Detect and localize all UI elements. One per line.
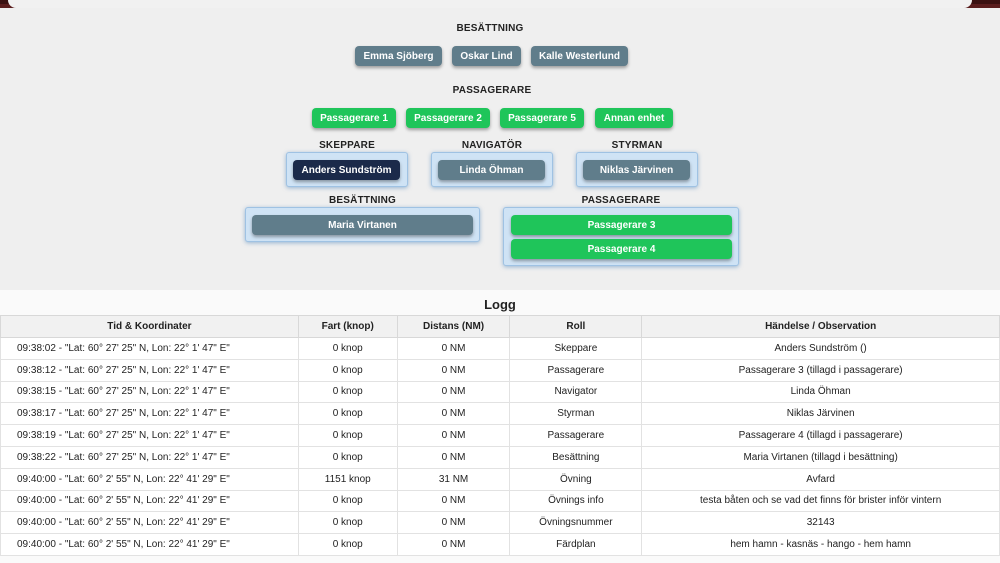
cell-role: Övningsnummer <box>509 511 643 535</box>
cell-distance: 0 NM <box>396 489 511 513</box>
styrman-chip[interactable]: Niklas Järvinen <box>583 160 690 180</box>
cell-time: 09:38:15 - "Lat: 60° 27' 25" N, Lon: 22°… <box>0 380 299 404</box>
passenger-chip-5[interactable]: Passagerare 5 <box>500 108 584 128</box>
cell-speed: 0 knop <box>297 402 398 426</box>
cell-speed: 0 knop <box>297 424 398 447</box>
cell-speed: 0 knop <box>297 380 398 404</box>
navigator-label: NAVIGATÖR <box>461 140 523 151</box>
cell-time: 09:38:19 - "Lat: 60° 27' 25" N, Lon: 22°… <box>0 424 299 447</box>
cell-event: testa båten och se vad det finns för bri… <box>641 489 1000 513</box>
cell-role: Passagerare <box>509 424 643 447</box>
cell-distance: 0 NM <box>396 337 511 360</box>
cell-role: Skeppare <box>509 337 643 360</box>
crew-chip-oskar[interactable]: Oskar Lind <box>452 46 521 66</box>
window-top-bar <box>0 0 1000 8</box>
crew-chip-kalle[interactable]: Kalle Westerlund <box>531 46 628 66</box>
passagerare-chip-4[interactable]: Passagerare 4 <box>511 239 732 259</box>
cell-event: Maria Virtanen (tillagd i besättning) <box>641 445 1000 469</box>
other-unit-chip[interactable]: Annan enhet <box>595 108 673 128</box>
log-header-row: Tid & Koordinater Fart (knop) Distans (N… <box>0 315 1000 338</box>
cell-role: Styrman <box>509 402 643 426</box>
cell-speed: 0 knop <box>297 337 398 360</box>
table-row: 09:40:00 - "Lat: 60° 2' 55" N, Lon: 22° … <box>0 467 1000 491</box>
cell-distance: 0 NM <box>396 380 511 404</box>
table-row: 09:40:00 - "Lat: 60° 2' 55" N, Lon: 22° … <box>0 533 1000 556</box>
skeppare-label: SKEPPARE <box>319 140 375 151</box>
passenger-pool-label: PASSAGERARE <box>452 85 532 96</box>
cell-role: Navigator <box>509 380 643 404</box>
cell-role: Passagerare <box>509 358 643 382</box>
besattning-label: BESÄTTNING <box>329 195 396 206</box>
cell-distance: 0 NM <box>396 402 511 426</box>
cell-distance: 0 NM <box>396 445 511 469</box>
cell-time: 09:38:22 - "Lat: 60° 27' 25" N, Lon: 22°… <box>0 445 299 469</box>
log-table: Tid & Koordinater Fart (knop) Distans (N… <box>0 315 1000 556</box>
col-header-speed[interactable]: Fart (knop) <box>297 315 398 338</box>
table-row: 09:38:02 - "Lat: 60° 27' 25" N, Lon: 22°… <box>0 337 1000 360</box>
col-header-time[interactable]: Tid & Koordinater <box>0 315 299 338</box>
table-row: 09:40:00 - "Lat: 60° 2' 55" N, Lon: 22° … <box>0 489 1000 513</box>
cell-event: Passagerare 4 (tillagd i passagerare) <box>641 424 1000 447</box>
table-row: 09:38:17 - "Lat: 60° 27' 25" N, Lon: 22°… <box>0 402 1000 426</box>
besattning-chip[interactable]: Maria Virtanen <box>252 215 473 235</box>
cell-role: Färdplan <box>509 533 643 556</box>
cell-time: 09:38:12 - "Lat: 60° 27' 25" N, Lon: 22°… <box>0 358 299 382</box>
cell-distance: 0 NM <box>396 511 511 535</box>
cell-role: Besättning <box>509 445 643 469</box>
cell-speed: 0 knop <box>297 511 398 535</box>
passagerare-label: PASSAGERARE <box>581 195 661 206</box>
navigator-chip[interactable]: Linda Öhman <box>438 160 545 180</box>
passagerare-chip-3[interactable]: Passagerare 3 <box>511 215 732 235</box>
col-header-role[interactable]: Roll <box>509 315 643 338</box>
col-header-distance[interactable]: Distans (NM) <box>396 315 511 338</box>
crew-chip-emma[interactable]: Emma Sjöberg <box>355 46 442 66</box>
table-row: 09:40:00 - "Lat: 60° 2' 55" N, Lon: 22° … <box>0 511 1000 535</box>
cell-speed: 1151 knop <box>297 467 398 491</box>
cell-distance: 0 NM <box>396 358 511 382</box>
styrman-label: STYRMAN <box>611 140 663 151</box>
cell-time: 09:40:00 - "Lat: 60° 2' 55" N, Lon: 22° … <box>0 511 299 535</box>
cell-time: 09:40:00 - "Lat: 60° 2' 55" N, Lon: 22° … <box>0 467 299 491</box>
cell-event: 32143 <box>641 511 1000 535</box>
passenger-chip-1[interactable]: Passagerare 1 <box>312 108 396 128</box>
crew-pool-label: BESÄTTNING <box>456 23 524 34</box>
cell-role: Övning <box>509 467 643 491</box>
skeppare-chip[interactable]: Anders Sundström <box>293 160 400 180</box>
log-title: Logg <box>484 297 516 312</box>
cell-time: 09:40:00 - "Lat: 60° 2' 55" N, Lon: 22° … <box>0 489 299 513</box>
cell-event: hem hamn - kasnäs - hango - hem hamn <box>641 533 1000 556</box>
table-row: 09:38:15 - "Lat: 60° 27' 25" N, Lon: 22°… <box>0 380 1000 404</box>
cell-time: 09:38:02 - "Lat: 60° 27' 25" N, Lon: 22°… <box>0 337 299 360</box>
cell-event: Linda Öhman <box>641 380 1000 404</box>
cell-time: 09:40:00 - "Lat: 60° 2' 55" N, Lon: 22° … <box>0 533 299 556</box>
table-row: 09:38:19 - "Lat: 60° 27' 25" N, Lon: 22°… <box>0 424 1000 447</box>
table-row: 09:38:22 - "Lat: 60° 27' 25" N, Lon: 22°… <box>0 445 1000 469</box>
cell-distance: 0 NM <box>396 533 511 556</box>
cell-speed: 0 knop <box>297 489 398 513</box>
passenger-chip-2[interactable]: Passagerare 2 <box>406 108 490 128</box>
cell-event: Passagerare 3 (tillagd i passagerare) <box>641 358 1000 382</box>
cell-speed: 0 knop <box>297 533 398 556</box>
cell-time: 09:38:17 - "Lat: 60° 27' 25" N, Lon: 22°… <box>0 402 299 426</box>
cell-distance: 31 NM <box>396 467 511 491</box>
cell-distance: 0 NM <box>396 424 511 447</box>
cell-speed: 0 knop <box>297 445 398 469</box>
col-header-event[interactable]: Händelse / Observation <box>641 315 1000 338</box>
cell-event: Anders Sundström () <box>641 337 1000 360</box>
cell-event: Avfard <box>641 467 1000 491</box>
table-row: 09:38:12 - "Lat: 60° 27' 25" N, Lon: 22°… <box>0 358 1000 382</box>
cell-speed: 0 knop <box>297 358 398 382</box>
window-top-curve <box>8 0 972 8</box>
cell-role: Övnings info <box>509 489 643 513</box>
cell-event: Niklas Järvinen <box>641 402 1000 426</box>
